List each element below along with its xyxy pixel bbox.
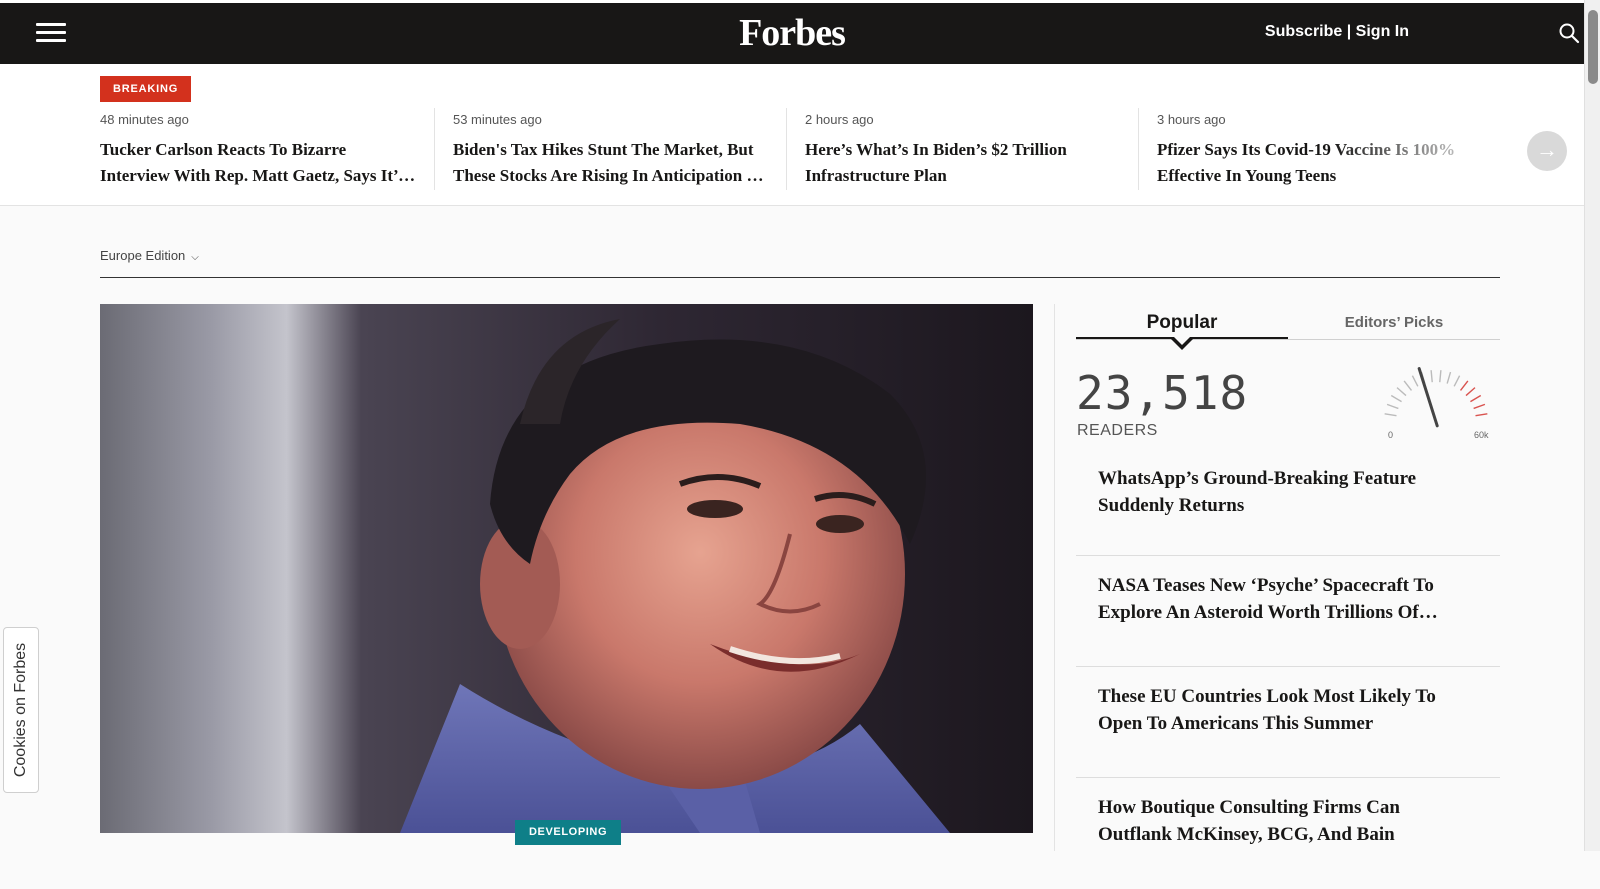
gauge-tick <box>1473 403 1486 410</box>
breaking-news-time: 48 minutes ago <box>100 112 189 127</box>
breaking-news-title[interactable]: Pfizer Says Its Covid-19 Vaccine Is 100%… <box>1157 137 1472 189</box>
gauge-max-label: 60k <box>1474 430 1489 440</box>
gauge-tick <box>1439 370 1442 383</box>
edition-selector[interactable]: Europe Edition ⌵ <box>100 248 1500 278</box>
gauge-tick <box>1411 375 1419 387</box>
readers-count: 23,518 <box>1076 366 1249 420</box>
tab-popular[interactable]: Popular <box>1076 304 1288 350</box>
gauge-tick <box>1465 387 1476 397</box>
gauge-tick <box>1403 380 1413 391</box>
edition-label: Europe Edition <box>100 248 186 263</box>
popular-list-item[interactable]: These EU Countries Look Most Likely To O… <box>1076 667 1500 778</box>
gauge-needle <box>1417 367 1439 428</box>
readers-widget: 23,518 READERS 0 60k <box>1076 340 1500 445</box>
tab-editors-picks-label: Editors’ Picks <box>1344 314 1444 331</box>
subscribe-link[interactable]: Subscribe <box>1265 23 1342 40</box>
popular-item-title[interactable]: How Boutique Consulting Firms Can Outfla… <box>1098 794 1478 848</box>
scrollbar-thumb[interactable] <box>1588 10 1598 84</box>
gauge-tick <box>1384 413 1397 417</box>
gauge-tick <box>1453 375 1461 387</box>
readers-label: READERS <box>1077 422 1158 439</box>
auth-links: Subscribe | Sign In <box>1265 23 1409 41</box>
cookies-tab-label: Cookies on Forbes <box>12 642 29 778</box>
top-navigation-bar: Forbes Subscribe | Sign In <box>0 0 1584 64</box>
breaking-news-item[interactable]: 2 hours ago Here’s What’s In Biden’s $2 … <box>785 108 1138 190</box>
page-scrollbar[interactable] <box>1584 0 1600 851</box>
breaking-news-title[interactable]: Biden's Tax Hikes Stunt The Market, But … <box>453 137 768 189</box>
breaking-news-time: 53 minutes ago <box>452 112 542 127</box>
gauge-tick <box>1475 413 1488 417</box>
tab-popular-label: Popular <box>1146 312 1218 333</box>
gauge-tick <box>1459 380 1469 391</box>
breaking-badge: BREAKING <box>100 76 192 102</box>
gauge-tick <box>1386 403 1399 410</box>
popular-item-title[interactable]: NASA Teases New ‘Psyche’ Spacecraft To E… <box>1098 572 1478 626</box>
hero-image[interactable] <box>100 304 1033 833</box>
popular-item-title[interactable]: WhatsApp’s Ground-Breaking Feature Sudde… <box>1098 465 1478 519</box>
breaking-news-time: 3 hours ago <box>1156 112 1226 127</box>
tab-editors-picks[interactable]: Editors’ Picks <box>1288 304 1500 339</box>
readers-gauge-icon: 0 60k <box>1384 367 1489 440</box>
breaking-news-title[interactable]: Tucker Carlson Reacts To Bizarre Intervi… <box>100 137 416 189</box>
popular-item-title[interactable]: These EU Countries Look Most Likely To O… <box>1098 683 1478 737</box>
breaking-news-time: 2 hours ago <box>804 112 874 127</box>
gauge-tick <box>1396 387 1407 397</box>
hero-photo-portrait <box>100 304 1033 833</box>
popular-list-item[interactable]: How Boutique Consulting Firms Can Outfla… <box>1076 778 1500 889</box>
chevron-down-icon: ⌵ <box>191 252 199 263</box>
gauge-min-label: 0 <box>1388 430 1393 440</box>
sidebar-tabs: Popular Editors’ Picks <box>1076 304 1500 350</box>
gauge-tick <box>1430 370 1433 383</box>
auth-separator: | <box>1346 23 1352 40</box>
breaking-news-list: 48 minutes ago Tucker Carlson Reacts To … <box>100 108 1490 190</box>
ticker-next-arrow-icon[interactable]: → <box>1527 131 1567 171</box>
search-icon[interactable] <box>1558 22 1580 44</box>
sidebar-divider <box>1054 304 1055 851</box>
breaking-news-item[interactable]: 53 minutes ago Biden's Tax Hikes Stunt T… <box>433 108 786 190</box>
developing-badge[interactable]: DEVELOPING <box>515 820 622 845</box>
sign-in-link[interactable]: Sign In <box>1356 23 1409 40</box>
breaking-news-item[interactable]: 48 minutes ago Tucker Carlson Reacts To … <box>100 108 434 190</box>
gauge-tick <box>1390 394 1402 403</box>
gauge-tick <box>1470 394 1482 403</box>
breaking-news-title[interactable]: Here’s What’s In Biden’s $2 Trillion Inf… <box>805 137 1120 189</box>
popular-list: WhatsApp’s Ground-Breaking Feature Sudde… <box>1076 465 1500 889</box>
popular-list-item[interactable]: NASA Teases New ‘Psyche’ Spacecraft To E… <box>1076 556 1500 667</box>
sidebar: Popular Editors’ Picks 23,518 READERS 0 … <box>1076 304 1500 889</box>
gauge-tick <box>1446 371 1452 384</box>
breaking-news-item[interactable]: 3 hours ago Pfizer Says Its Covid-19 Vac… <box>1137 108 1490 190</box>
breaking-news-ticker: BREAKING 48 minutes ago Tucker Carlson R… <box>0 64 1584 206</box>
popular-list-item[interactable]: WhatsApp’s Ground-Breaking Feature Sudde… <box>1076 465 1500 556</box>
cookies-tab[interactable]: Cookies on Forbes <box>3 627 39 793</box>
